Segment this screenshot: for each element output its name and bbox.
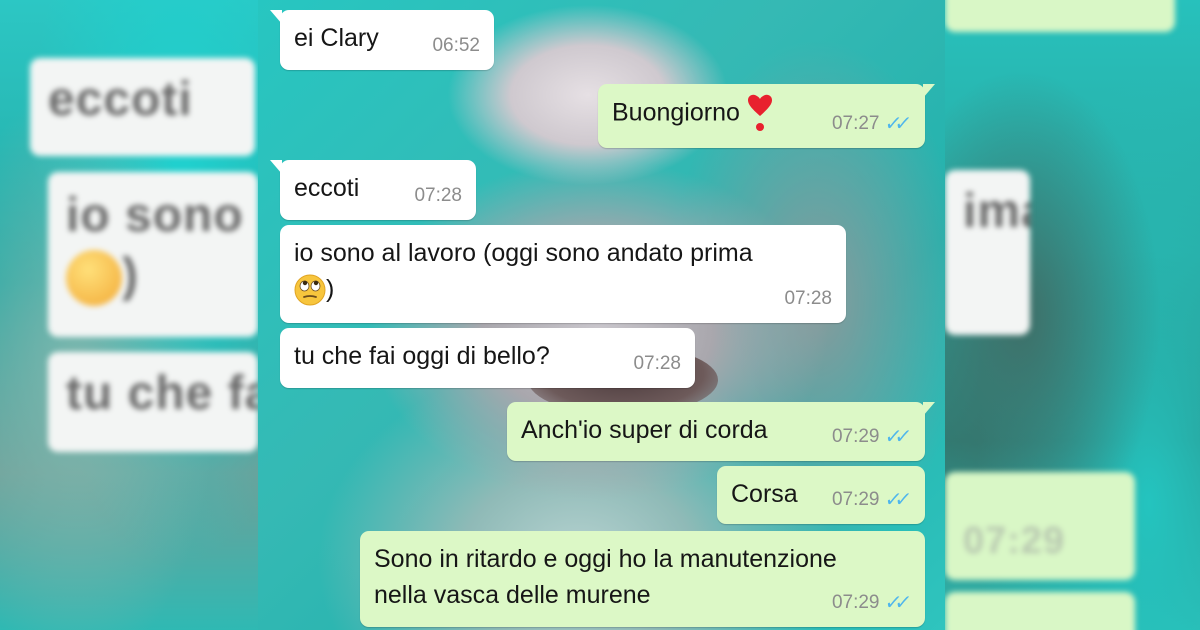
chat-area[interactable]: ei Clary 06:52 Buongiorno 07:27 ✓✓ eccot… bbox=[258, 0, 945, 630]
message-text: ) bbox=[326, 275, 335, 303]
message-text: io sono al lavoro (oggi sono andato prim… bbox=[294, 239, 753, 267]
message-meta: 07:28 bbox=[633, 346, 681, 382]
blurred-bubble bbox=[945, 592, 1135, 630]
message-time: 07:27 bbox=[831, 113, 880, 134]
double-check-icon: ✓✓ bbox=[883, 426, 907, 448]
outgoing-message[interactable]: Buongiorno 07:27 ✓✓ bbox=[598, 84, 935, 148]
face-with-rolling-eyes-icon bbox=[294, 274, 326, 306]
blurred-text: io sono a bbox=[66, 189, 258, 242]
message-text: Buongiorno bbox=[612, 98, 740, 127]
incoming-message[interactable]: ei Clary 06:52 bbox=[270, 10, 494, 70]
double-check-icon: ✓✓ bbox=[883, 489, 907, 511]
outgoing-message[interactable]: Anch'io super di corda 07:29 ✓✓ bbox=[507, 402, 935, 461]
incoming-message[interactable]: io sono al lavoro (oggi sono andato prim… bbox=[280, 225, 846, 323]
message-time: 07:28 bbox=[784, 288, 832, 309]
message-meta: 06:52 bbox=[432, 28, 480, 64]
incoming-message[interactable]: eccoti 07:28 bbox=[270, 160, 476, 220]
blurred-bubble bbox=[945, 0, 1175, 32]
blurred-bubble: ima bbox=[945, 170, 1030, 335]
message-text: Anch'io super di corda bbox=[521, 416, 768, 444]
message-text: nella vasca delle murene bbox=[374, 581, 651, 609]
heart-exclamation-icon bbox=[747, 94, 772, 131]
message-meta: 07:27 ✓✓ bbox=[832, 106, 911, 142]
blurred-right-panel: ima 07:29 bbox=[945, 0, 1200, 630]
double-check-icon: ✓✓ bbox=[883, 113, 907, 135]
blurred-left-panel: eccoti io sono a ) tu che fa bbox=[0, 0, 258, 630]
blurred-bubble: io sono a ) bbox=[48, 172, 258, 337]
blurred-bubble: 07:29 bbox=[945, 472, 1135, 580]
outgoing-message[interactable]: Sono in ritardo e oggi ho la manutenzion… bbox=[360, 531, 925, 627]
message-time: 07:29 bbox=[831, 489, 880, 510]
message-meta: 07:28 bbox=[414, 178, 462, 214]
outgoing-message[interactable]: Corsa 07:29 ✓✓ bbox=[717, 466, 925, 524]
blurred-text: tu che fa bbox=[66, 367, 258, 420]
message-meta: 07:29 ✓✓ bbox=[832, 482, 911, 518]
blurred-text: ) bbox=[122, 249, 139, 302]
screenshot-collage: eccoti io sono a ) tu che fa ima 07:29 e… bbox=[0, 0, 1200, 630]
message-text: tu che fai oggi di bello? bbox=[294, 342, 550, 370]
message-time: 06:52 bbox=[432, 35, 480, 56]
message-meta: 07:28 bbox=[784, 281, 832, 317]
message-time: 07:28 bbox=[633, 353, 681, 374]
rolling-eyes-icon bbox=[66, 250, 122, 307]
message-time: 07:29 bbox=[831, 426, 880, 447]
blurred-text: ima bbox=[963, 185, 1030, 238]
blurred-text: 07:29 bbox=[963, 520, 1066, 562]
double-check-icon: ✓✓ bbox=[883, 592, 907, 614]
message-text: eccoti bbox=[294, 174, 360, 202]
blurred-bubble: tu che fa bbox=[48, 352, 258, 452]
blurred-text: eccoti bbox=[48, 73, 193, 126]
blurred-bubble: eccoti bbox=[30, 58, 255, 156]
incoming-message[interactable]: tu che fai oggi di bello? 07:28 bbox=[280, 328, 695, 388]
message-text: Corsa bbox=[731, 480, 798, 508]
message-text: ei Clary bbox=[294, 24, 379, 52]
message-meta: 07:29 ✓✓ bbox=[832, 419, 911, 455]
message-text: Sono in ritardo e oggi ho la manutenzion… bbox=[374, 545, 837, 573]
message-meta: 07:29 ✓✓ bbox=[832, 585, 911, 621]
message-time: 07:29 bbox=[831, 592, 880, 613]
message-time: 07:28 bbox=[414, 185, 462, 206]
